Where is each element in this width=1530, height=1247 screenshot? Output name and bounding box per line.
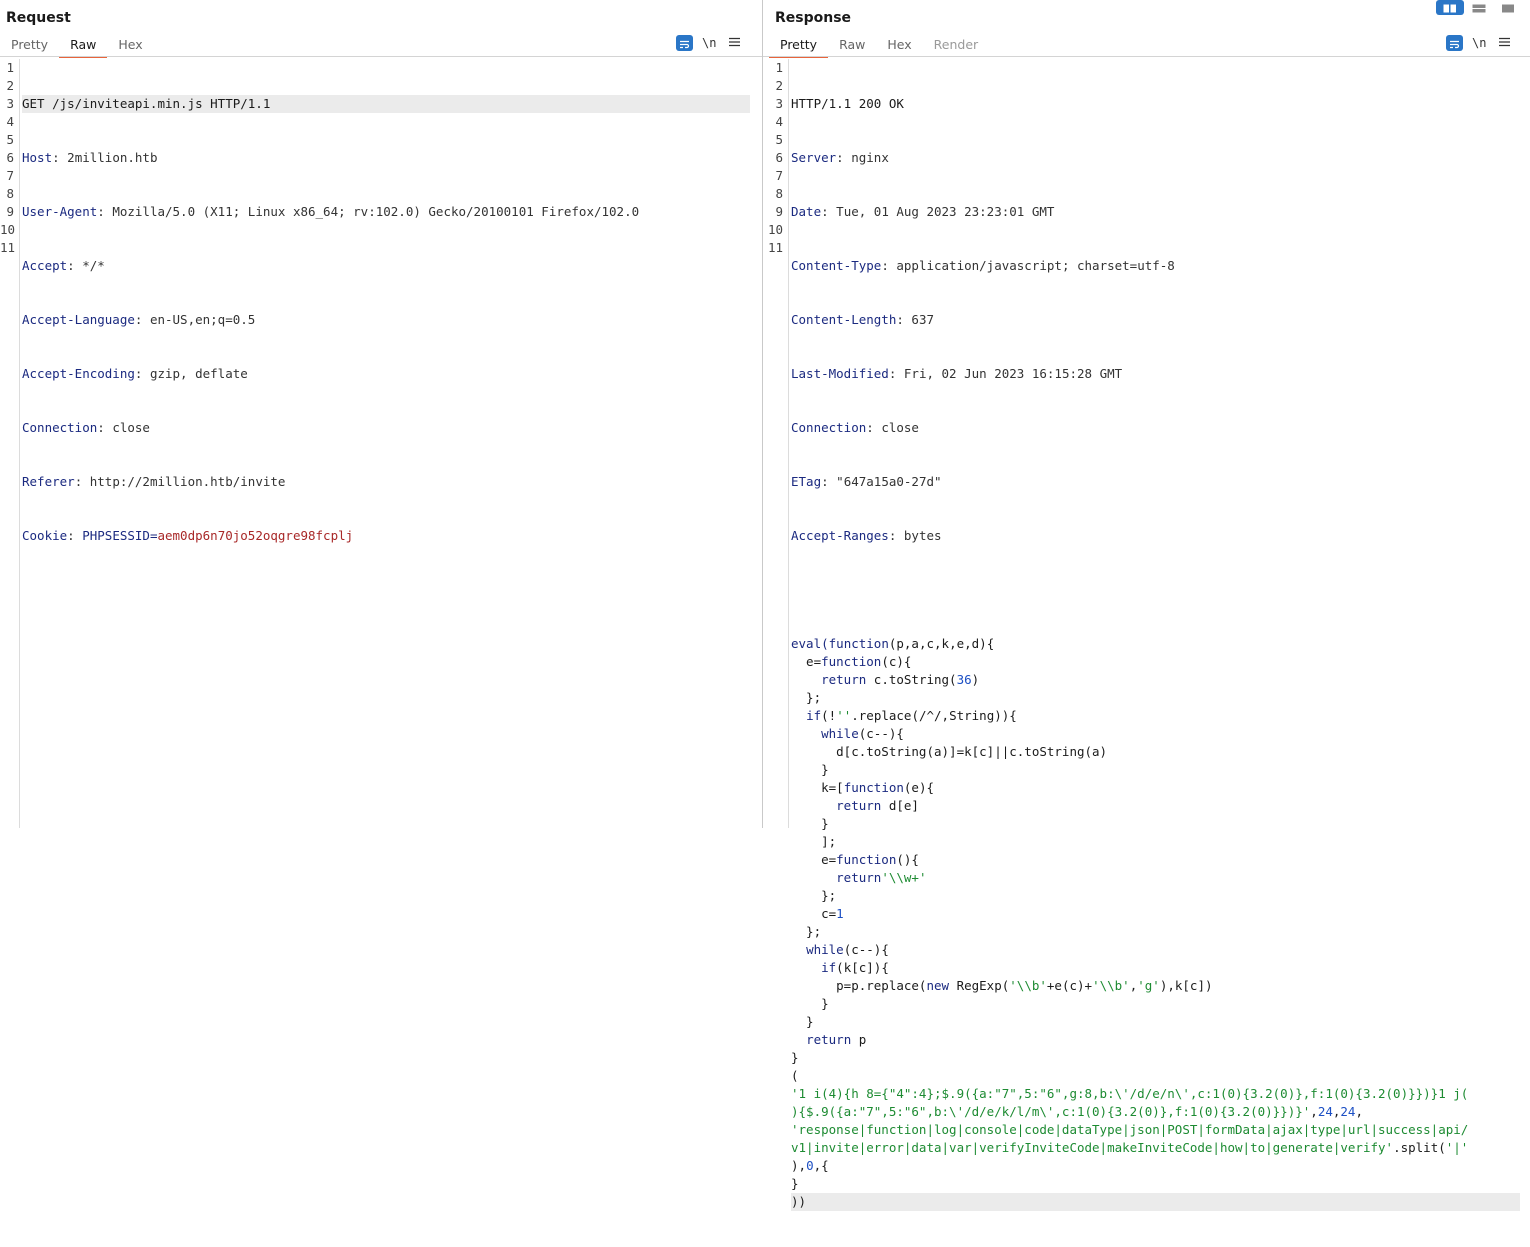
code-line: } [791, 996, 829, 1011]
code-line: } [791, 1050, 799, 1065]
tab-response-pretty[interactable]: Pretty [769, 34, 829, 58]
header-line: Accept-Language: en-US,en;q=0.5 [22, 312, 256, 327]
code-line: return c.toString(36) [821, 672, 980, 687]
header-line: Referer: http://2million.htb/invite [22, 474, 286, 489]
response-pane: Response Pretty Raw Hex Render \n 1 2 3 … [763, 0, 1530, 1211]
tab-response-raw[interactable]: Raw [828, 34, 876, 56]
response-editor[interactable]: 1 2 3 4 5 6 7 8 9 10 11 HTTP/1.1 200 OK … [763, 59, 1530, 1211]
status-line: HTTP/1.1 200 OK [791, 96, 904, 111]
code-line: ),0,{ [791, 1158, 829, 1173]
response-wrap-button[interactable] [1446, 35, 1463, 51]
header-line: User-Agent: Mozilla/5.0 (X11; Linux x86_… [22, 204, 640, 219]
header-line: Connection: close [791, 420, 919, 435]
code-line: }; [791, 888, 837, 903]
header-line: Accept-Encoding: gzip, deflate [22, 366, 248, 381]
code-line: if(k[c]){ [821, 960, 889, 975]
code-line: while(c--){ [806, 942, 889, 957]
code-line: d[c.toString(a)]=k[c]||c.toString(a) [791, 744, 1108, 759]
response-code: HTTP/1.1 200 OK Server: nginx Date: Tue,… [791, 59, 1520, 1247]
request-line: GET /js/inviteapi.min.js HTTP/1.1 [22, 95, 750, 113]
header-line: Accept: */* [22, 258, 105, 273]
tab-request-hex[interactable]: Hex [107, 34, 153, 56]
code-line: return p [806, 1032, 867, 1047]
header-line: Host: 2million.htb [22, 150, 158, 165]
header-line: Accept-Ranges: bytes [791, 528, 942, 543]
code-line: e=function(c){ [791, 654, 912, 669]
header-line: Last-Modified: Fri, 02 Jun 2023 16:15:28… [791, 366, 1123, 381]
header-line: Connection: close [22, 420, 150, 435]
code-line: }; [791, 924, 822, 939]
request-wrap-button[interactable] [676, 35, 693, 51]
response-newline-toggle[interactable]: \n [1472, 36, 1486, 50]
header-line: Server: nginx [791, 150, 889, 165]
code-line: while(c--){ [821, 726, 904, 741]
wrap-lines-icon [679, 34, 690, 53]
wrap-lines-icon [1449, 34, 1460, 53]
code-line: ]; [791, 834, 837, 849]
response-body: eval(function(p,a,c,k,e,d){ e=function(c… [791, 635, 1520, 1211]
response-tabs: Pretty Raw Hex Render [769, 34, 990, 58]
code-line: } [791, 1176, 799, 1191]
code-line: if(!''.replace(/^/,String)){ [806, 708, 1017, 723]
code-line: k=[function(e){ [791, 780, 935, 795]
header-line: Content-Type: application/javascript; ch… [791, 258, 1175, 273]
code-line: )) [791, 1193, 1520, 1211]
request-pane: Request Pretty Raw Hex \n 1 2 3 4 5 6 7 … [0, 0, 762, 828]
header-line: Content-Length: 637 [791, 312, 934, 327]
code-line: p=p.replace(new RegExp('\\b'+e(c)+'\\b',… [791, 978, 1213, 993]
request-toolbar: \n [676, 34, 741, 52]
line-numbers: 1 2 3 4 5 6 7 8 9 10 11 [0, 60, 16, 255]
code-line: c=1 [791, 906, 844, 921]
code-line: ){$.9({a:"7",5:"6",b:\'/d/e/k/l/m\',c:1(… [791, 1104, 1363, 1119]
tab-response-hex[interactable]: Hex [876, 34, 922, 56]
tab-response-render[interactable]: Render [923, 34, 990, 56]
code-line: ( [791, 1068, 799, 1083]
code-line: } [791, 762, 829, 777]
request-code: GET /js/inviteapi.min.js HTTP/1.1 Host: … [22, 59, 750, 689]
cookie-line: Cookie: PHPSESSID=aem0dp6n70jo52oqgre98f… [22, 528, 354, 543]
request-editor[interactable]: 1 2 3 4 5 6 7 8 9 10 11 GET /js/inviteap… [0, 59, 762, 828]
response-menu-button[interactable] [1499, 35, 1511, 51]
request-tabs: Pretty Raw Hex [0, 34, 154, 58]
code-line: v1|invite|error|data|var|verifyInviteCod… [791, 1140, 1469, 1155]
code-line: }; [791, 690, 822, 705]
hamburger-menu-icon [1499, 35, 1511, 51]
response-toolbar: \n [1446, 34, 1511, 52]
header-line: Date: Tue, 01 Aug 2023 23:23:01 GMT [791, 204, 1055, 219]
line-numbers: 1 2 3 4 5 6 7 8 9 10 11 [767, 60, 783, 255]
tab-request-pretty[interactable]: Pretty [0, 34, 59, 56]
response-title: Response [775, 10, 852, 26]
code-line: e=function(){ [791, 852, 919, 867]
code-line: } [791, 1014, 814, 1029]
request-newline-toggle[interactable]: \n [702, 36, 716, 50]
request-title: Request [6, 10, 71, 26]
tab-divider [0, 56, 762, 57]
code-line: '1 i(4){h 8={"4":4};$.9({a:"7",5:"6",g:8… [791, 1086, 1469, 1101]
code-line: eval(function(p,a,c,k,e,d){ [791, 636, 995, 651]
code-line: return d[e] [836, 798, 919, 813]
header-line: ETag: "647a15a0-27d" [791, 474, 942, 489]
request-menu-button[interactable] [729, 35, 741, 51]
code-line: return'\\w+' [836, 870, 927, 885]
code-line: 'response|function|log|console|code|data… [791, 1122, 1469, 1137]
tab-request-raw[interactable]: Raw [59, 34, 108, 58]
code-line: } [791, 816, 829, 831]
hamburger-menu-icon [729, 35, 741, 51]
tab-divider [763, 56, 1530, 57]
